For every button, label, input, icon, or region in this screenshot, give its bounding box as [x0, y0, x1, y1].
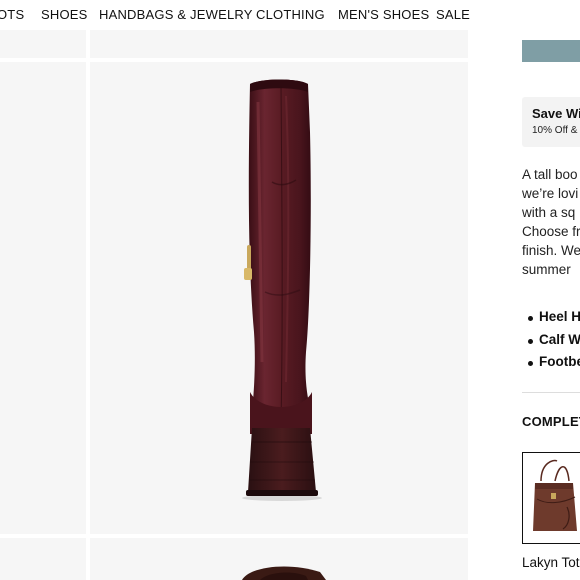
nav-item-handbags-jewelry[interactable]: HANDBAGS & JEWELRY: [99, 7, 253, 22]
complete-look-item-name[interactable]: Lakyn Tot: [522, 555, 580, 570]
description-line: we’re lovi: [522, 186, 579, 201]
boot-top-view-icon: [242, 566, 326, 580]
feature-label: Heel H: [539, 309, 580, 324]
gallery-tile-bottom-left[interactable]: [0, 538, 86, 580]
add-to-bag-button[interactable]: [522, 40, 580, 62]
section-divider: [522, 392, 580, 393]
description-line: summer: [522, 262, 571, 277]
promo-subtitle: 10% Off & I: [532, 125, 580, 136]
description-line: with a sq: [522, 205, 576, 220]
top-nav: OTS SHOES HANDBAGS & JEWELRY CLOTHING ME…: [0, 0, 580, 30]
feature-label: Footbe: [539, 354, 580, 369]
feature-label: Calf W: [539, 332, 580, 347]
nav-item-clothing[interactable]: CLOTHING: [256, 7, 325, 22]
boot-back-view-icon: [242, 79, 322, 501]
tote-bag-icon: [533, 459, 577, 531]
gallery-tile-top[interactable]: [90, 30, 468, 58]
nav-item-sale[interactable]: SALE: [436, 7, 470, 22]
gallery-tile-top-left[interactable]: [0, 30, 86, 58]
nav-item-shoes[interactable]: SHOES: [41, 7, 88, 22]
promo-banner[interactable]: Save Wi 10% Off & I: [522, 97, 580, 147]
complete-look-thumbnail[interactable]: [522, 452, 580, 544]
gallery-tile-left[interactable]: [0, 62, 86, 534]
description-line: A tall boo: [522, 167, 578, 182]
nav-item-mens-shoes[interactable]: MEN'S SHOES: [338, 7, 429, 22]
product-image[interactable]: [90, 62, 468, 534]
description-line: Choose fr: [522, 224, 580, 239]
complete-the-look-heading: COMPLET: [522, 414, 580, 429]
promo-title: Save Wi: [532, 106, 580, 121]
nav-item-boots[interactable]: OTS: [0, 7, 24, 22]
description-line: finish. We: [522, 243, 580, 258]
